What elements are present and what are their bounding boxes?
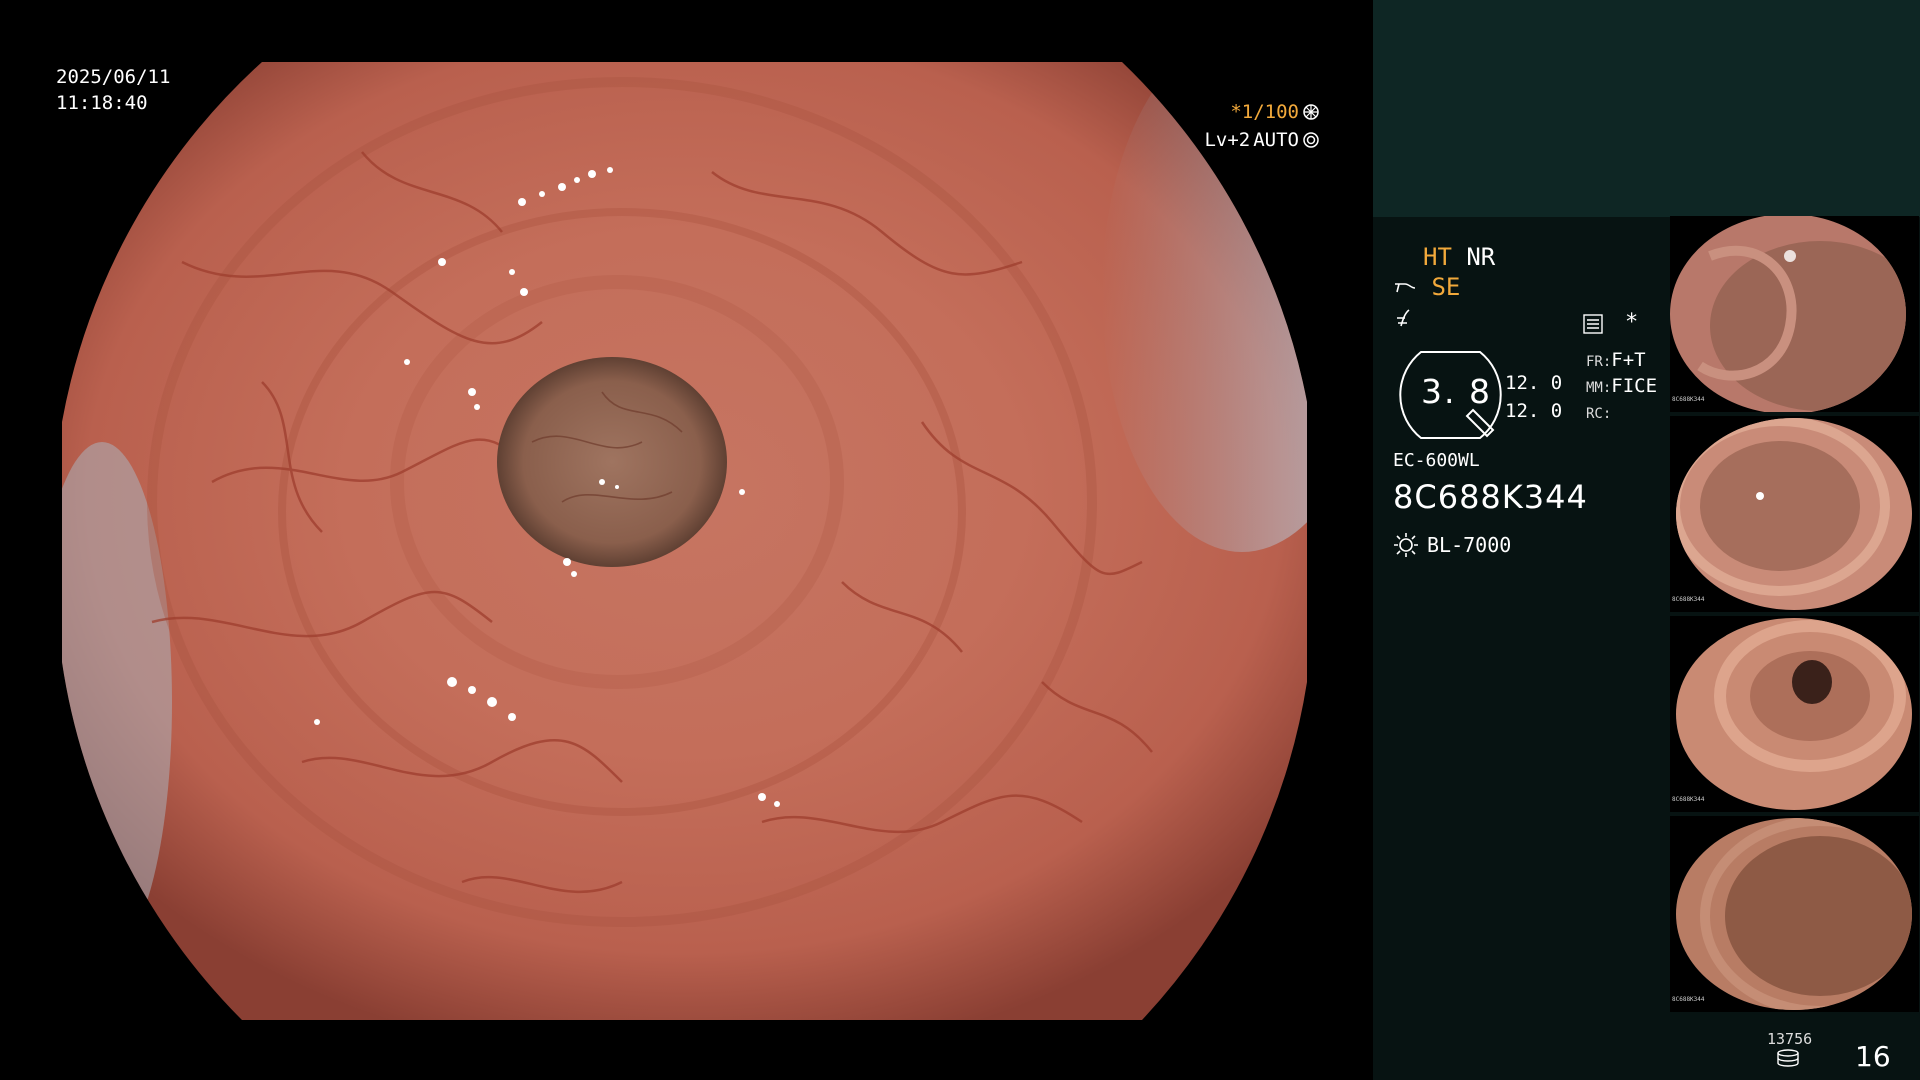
endoscope-view: 2025/06/11 11:18:40 *1/100 Lv+2 AUTO [0, 0, 1373, 1080]
datetime-overlay: 2025/06/11 11:18:40 [56, 64, 170, 116]
scope-icon [1395, 283, 1416, 293]
shutter-icon [1303, 104, 1319, 120]
light-source-label: BL-7000 [1427, 533, 1512, 557]
thumbnail-2[interactable]: 8C688K344 [1670, 416, 1919, 612]
brightness-level: Lv+2 [1204, 129, 1251, 151]
image-count: 13756 [1767, 1030, 1813, 1048]
ht-nr-row: HT NR [1393, 242, 1693, 272]
wave-icon [1397, 309, 1410, 327]
thumbnail-1[interactable]: 8C688K344 [1670, 216, 1919, 412]
scope-model: EC-600WL [1393, 450, 1480, 471]
page-number: 16 [1855, 1040, 1891, 1073]
menu-icon [1583, 313, 1603, 334]
auto-iris-icon [1303, 132, 1319, 148]
storage-icon [1777, 1049, 1799, 1067]
light-source-row: BL-7000 [1393, 532, 1511, 558]
menu-row: * [1583, 310, 1638, 335]
thumbnail-3[interactable]: 8C688K344 [1670, 616, 1919, 812]
side-panel: HT NR SE * 3. 8 12. 0 12. 0 FR:F+T MM:FI… [1373, 0, 1920, 1080]
ht-indicator: HT [1423, 243, 1452, 271]
mode-block: FR:F+T MM:FICE RC: [1586, 348, 1657, 426]
scope-serial: 8C688K344 [1393, 478, 1588, 516]
date-label: 2025/06/11 [56, 66, 171, 88]
rc-key: RC: [1586, 406, 1612, 422]
nr-indicator: NR [1466, 243, 1496, 271]
se-row: SE [1393, 272, 1693, 302]
time-label: 11:18:40 [56, 92, 148, 114]
settings-info: HT NR SE * 3. 8 12. 0 12. 0 FR:F+T MM:FI… [1393, 242, 1693, 557]
endoscopic-image [62, 62, 1307, 1020]
asterisk-indicator: * [1625, 310, 1639, 335]
thumbnail-caption: 8C688K344 [1672, 996, 1705, 1003]
thumbnail-caption: 8C688K344 [1672, 596, 1705, 603]
se-indicator: SE [1431, 273, 1461, 301]
mm-key: MM: [1586, 380, 1612, 396]
side-panel-header [1373, 0, 1920, 217]
wave-row [1393, 302, 1693, 332]
thumbnail-caption: 8C688K344 [1672, 396, 1705, 403]
gauge-number-1: 12. 0 [1505, 372, 1563, 394]
mm-value: FICE [1611, 375, 1658, 397]
fr-value: F+T [1611, 349, 1646, 371]
gauge-number-2: 12. 0 [1505, 400, 1563, 422]
exposure-overlay: *1/100 Lv+2 AUTO [1195, 98, 1320, 154]
gauge-numbers: 12. 0 12. 0 [1505, 369, 1562, 425]
light-source-icon [1394, 533, 1418, 557]
thumbnail-list: 8C688K344 8C688K344 8C688K344 8C688K344 [1670, 216, 1919, 1016]
shutter-speed: *1/100 [1230, 101, 1299, 123]
fr-key: FR: [1586, 354, 1612, 370]
thumbnail-4[interactable]: 8C688K344 [1670, 816, 1919, 1012]
iris-mode: AUTO [1253, 129, 1299, 151]
thumbnail-caption: 8C688K344 [1672, 796, 1705, 803]
gauge-value: 3. 8 [1421, 372, 1492, 411]
